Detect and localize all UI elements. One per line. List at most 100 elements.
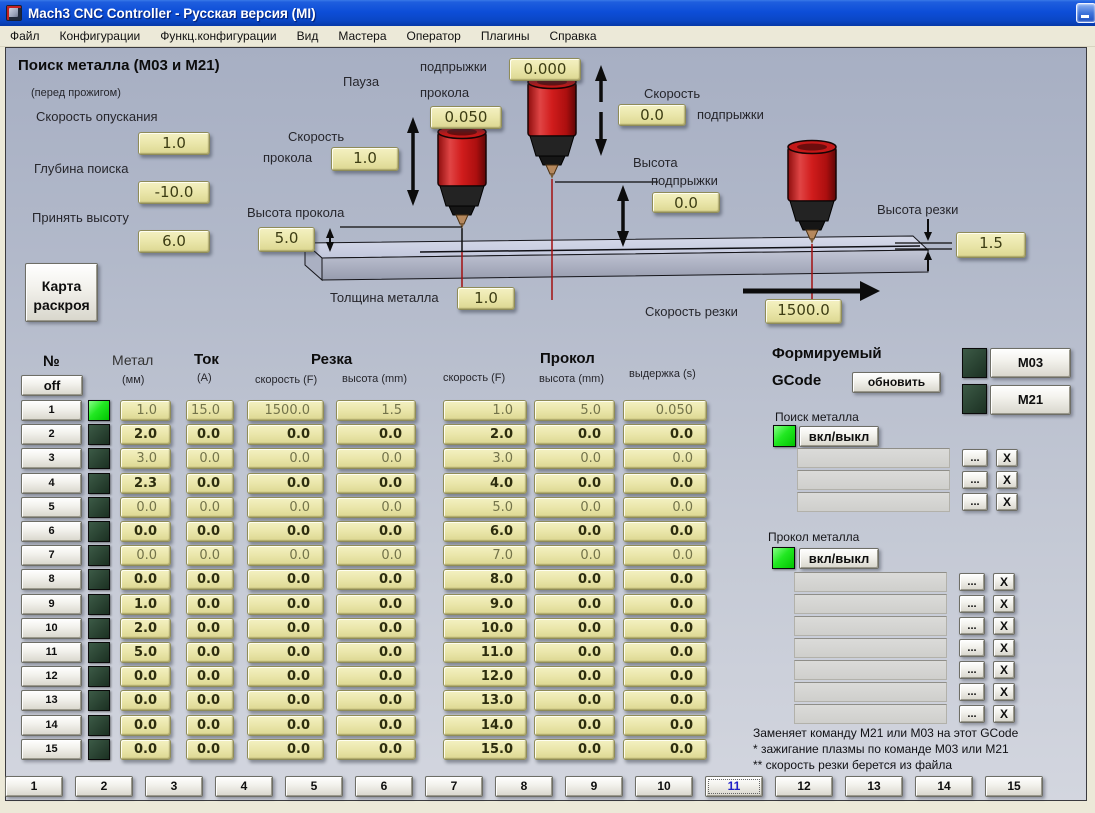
- cell-metal-thickness[interactable]: 0.0: [120, 690, 171, 712]
- cell-cut-speed[interactable]: 0.0: [247, 448, 324, 470]
- cell-dwell[interactable]: 0.0: [623, 642, 707, 663]
- gcode-slot-input[interactable]: [797, 492, 950, 512]
- cell-cut-speed[interactable]: 0.0: [247, 424, 324, 446]
- cell-cut-speed[interactable]: 0.0: [247, 617, 324, 639]
- cell-cut-speed[interactable]: 0.0: [247, 521, 324, 542]
- titlebar[interactable]: Mach3 CNC Controller - Русская версия (M…: [0, 0, 1095, 26]
- cell-current[interactable]: 0.0: [186, 738, 234, 760]
- cut-speed-field[interactable]: 1500.0: [765, 299, 842, 324]
- cell-pierce-height[interactable]: 0.0: [534, 424, 615, 446]
- pause-jump-field[interactable]: 0.000: [509, 58, 581, 81]
- menu-item-6[interactable]: Плагины: [471, 26, 540, 47]
- row-number-button[interactable]: 5: [21, 496, 82, 518]
- cell-pierce-height[interactable]: 0.0: [534, 569, 615, 591]
- browse-button[interactable]: ...: [962, 493, 988, 511]
- cell-cut-height[interactable]: 0.0: [336, 496, 416, 518]
- cell-cut-height[interactable]: 0.0: [336, 738, 416, 760]
- cell-cut-speed[interactable]: 0.0: [247, 738, 324, 760]
- cell-pierce-speed[interactable]: 3.0: [443, 448, 527, 470]
- cell-cut-speed[interactable]: 0.0: [247, 545, 324, 567]
- row-status-led[interactable]: [88, 400, 110, 421]
- cell-pierce-speed[interactable]: 5.0: [443, 496, 527, 518]
- cell-cut-height[interactable]: 0.0: [336, 569, 416, 591]
- row-status-led[interactable]: [88, 593, 110, 615]
- cell-cut-height[interactable]: 1.5: [336, 400, 416, 421]
- cell-cut-speed[interactable]: 0.0: [247, 496, 324, 518]
- cell-pierce-speed[interactable]: 2.0: [443, 424, 527, 446]
- cell-pierce-height[interactable]: 0.0: [534, 714, 615, 736]
- cell-cut-height[interactable]: 0.0: [336, 424, 416, 446]
- cell-pierce-height[interactable]: 0.0: [534, 472, 615, 494]
- row-status-led[interactable]: [88, 496, 110, 518]
- menu-item-0[interactable]: Файл: [0, 26, 50, 47]
- row-status-led[interactable]: [88, 472, 110, 494]
- cut-height-field[interactable]: 1.5: [956, 232, 1026, 258]
- cell-cut-speed[interactable]: 1500.0: [247, 400, 324, 421]
- off-button[interactable]: off: [21, 375, 83, 396]
- cell-current[interactable]: 0.0: [186, 617, 234, 639]
- cell-metal-thickness[interactable]: 0.0: [120, 738, 171, 760]
- row-status-led[interactable]: [88, 545, 110, 567]
- cell-cut-speed[interactable]: 0.0: [247, 714, 324, 736]
- row-number-button[interactable]: 14: [21, 714, 82, 736]
- m21-button[interactable]: M21: [990, 385, 1071, 415]
- screen-tab-11[interactable]: 11: [705, 776, 763, 797]
- cell-pierce-height[interactable]: 0.0: [534, 545, 615, 567]
- row-number-button[interactable]: 4: [21, 472, 82, 494]
- row-number-button[interactable]: 6: [21, 521, 82, 542]
- cell-dwell[interactable]: 0.050: [623, 400, 707, 421]
- cell-current[interactable]: 0.0: [186, 593, 234, 615]
- cell-pierce-speed[interactable]: 9.0: [443, 593, 527, 615]
- clear-button[interactable]: X: [993, 661, 1015, 679]
- screen-tab-2[interactable]: 2: [75, 776, 133, 797]
- gcode-slot-input[interactable]: [794, 704, 947, 724]
- clear-button[interactable]: X: [993, 683, 1015, 701]
- metal-thickness-field[interactable]: 1.0: [457, 287, 515, 310]
- cell-metal-thickness[interactable]: 5.0: [120, 642, 171, 663]
- browse-button[interactable]: ...: [959, 617, 985, 635]
- row-status-led[interactable]: [88, 617, 110, 639]
- screen-tab-3[interactable]: 3: [145, 776, 203, 797]
- row-number-button[interactable]: 11: [21, 642, 82, 663]
- row-status-led[interactable]: [88, 424, 110, 446]
- row-number-button[interactable]: 15: [21, 738, 82, 760]
- search-metal-toggle-led[interactable]: [773, 425, 796, 447]
- cell-cut-height[interactable]: 0.0: [336, 714, 416, 736]
- cell-cut-speed[interactable]: 0.0: [247, 472, 324, 494]
- cell-current[interactable]: 0.0: [186, 666, 234, 688]
- browse-button[interactable]: ...: [959, 705, 985, 723]
- row-number-button[interactable]: 3: [21, 448, 82, 470]
- m03-button[interactable]: M03: [990, 348, 1071, 378]
- cell-pierce-speed[interactable]: 1.0: [443, 400, 527, 421]
- descent-speed-field[interactable]: 1.0: [138, 132, 210, 155]
- clear-button[interactable]: X: [993, 639, 1015, 657]
- cell-dwell[interactable]: 0.0: [623, 496, 707, 518]
- cell-dwell[interactable]: 0.0: [623, 521, 707, 542]
- pierce-metal-toggle-button[interactable]: вкл/выкл: [799, 548, 879, 569]
- gcode-slot-input[interactable]: [794, 638, 947, 658]
- cell-dwell[interactable]: 0.0: [623, 738, 707, 760]
- row-number-button[interactable]: 9: [21, 593, 82, 615]
- cell-pierce-speed[interactable]: 12.0: [443, 666, 527, 688]
- cell-pierce-height[interactable]: 0.0: [534, 642, 615, 663]
- cell-pierce-speed[interactable]: 14.0: [443, 714, 527, 736]
- cell-dwell[interactable]: 0.0: [623, 666, 707, 688]
- cell-cut-height[interactable]: 0.0: [336, 642, 416, 663]
- cell-cut-speed[interactable]: 0.0: [247, 593, 324, 615]
- pause-pierce-field[interactable]: 0.050: [430, 106, 502, 129]
- cell-pierce-speed[interactable]: 13.0: [443, 690, 527, 712]
- cell-metal-thickness[interactable]: 3.0: [120, 448, 171, 470]
- cell-cut-speed[interactable]: 0.0: [247, 569, 324, 591]
- search-metal-toggle-button[interactable]: вкл/выкл: [799, 426, 879, 447]
- gcode-slot-input[interactable]: [797, 470, 950, 490]
- menu-item-1[interactable]: Конфигурации: [50, 26, 151, 47]
- row-number-button[interactable]: 7: [21, 545, 82, 567]
- cell-metal-thickness[interactable]: 2.0: [120, 424, 171, 446]
- clear-button[interactable]: X: [996, 449, 1018, 467]
- cut-map-button[interactable]: Карта раскроя: [25, 263, 98, 322]
- cell-metal-thickness[interactable]: 1.0: [120, 593, 171, 615]
- gcode-slot-input[interactable]: [797, 448, 950, 468]
- row-number-button[interactable]: 13: [21, 690, 82, 712]
- cell-cut-height[interactable]: 0.0: [336, 521, 416, 542]
- cell-metal-thickness[interactable]: 1.0: [120, 400, 171, 421]
